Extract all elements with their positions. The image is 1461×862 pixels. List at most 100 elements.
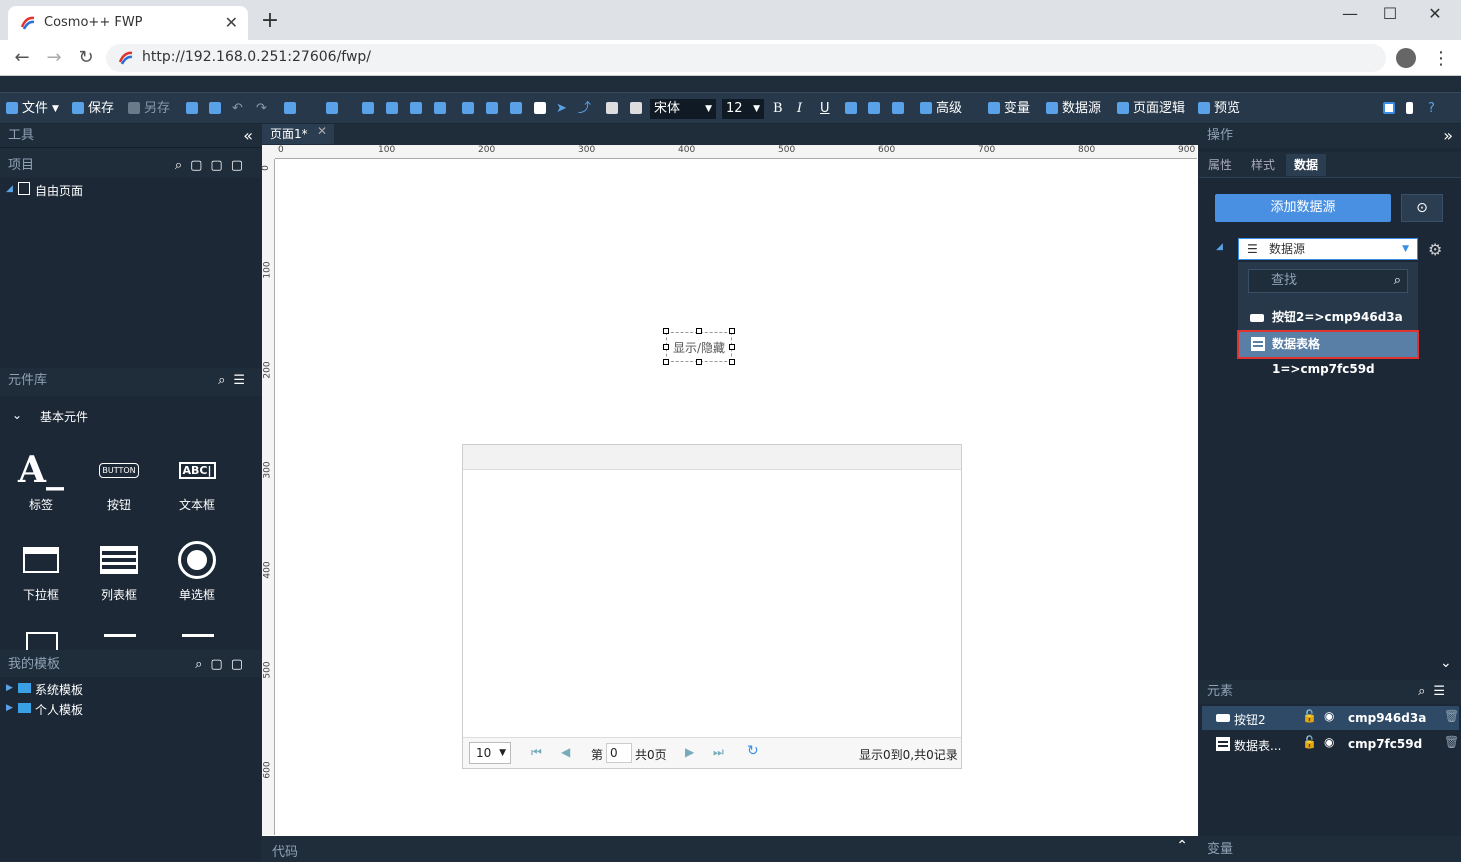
datasource-select[interactable]: ☰ 数据源 ▼ [1238, 238, 1418, 260]
send-back-icon[interactable] [386, 102, 398, 114]
checkbox-icon[interactable] [26, 632, 58, 650]
component-textbox[interactable]: ABC| 文本框 [162, 450, 232, 513]
library-actions-icons[interactable]: ⌕☰ [218, 369, 253, 393]
datasource-button[interactable]: 数据源 [1062, 100, 1101, 118]
variables-header[interactable]: 变量 [1199, 838, 1461, 861]
project-root-item[interactable]: 自由页面 [35, 182, 83, 199]
undo-icon[interactable]: ↶ [232, 100, 243, 118]
copy-icon[interactable] [186, 102, 198, 114]
collapse-left-icon[interactable]: « [243, 124, 253, 148]
component-button[interactable]: BUTTON 按钮 [84, 450, 154, 513]
trash-icon[interactable]: 🗑 [1444, 735, 1459, 749]
align-right-icon[interactable] [892, 102, 904, 114]
datasource-item-grid[interactable]: 数据表格1=>cmp7fc59d [1237, 330, 1419, 376]
distribute-icon[interactable] [326, 102, 338, 114]
resize-handle[interactable] [729, 328, 735, 334]
browser-tab[interactable]: Cosmo++ FWP ✕ [8, 6, 248, 40]
component-listbox[interactable]: 列表框 [84, 540, 154, 603]
search-icon[interactable]: ⌕ [1394, 270, 1401, 292]
url-field[interactable]: http://192.168.0.251:27606/fwp/ [106, 44, 1386, 72]
desktop-view-icon[interactable] [1383, 102, 1395, 114]
datasource-options-icon[interactable]: ⊙ [1401, 194, 1443, 222]
unlock-icon[interactable]: 🔓 [1302, 709, 1317, 723]
page-size-select[interactable]: 10 ▼ [469, 742, 511, 764]
page-logic-button[interactable]: 页面逻辑 [1133, 100, 1185, 118]
profile-icon[interactable] [1396, 48, 1416, 68]
help-icon[interactable]: ? [1428, 100, 1435, 118]
bold-icon[interactable]: B [773, 100, 783, 118]
preview-button[interactable]: 预览 [1214, 100, 1240, 118]
align-icon[interactable] [284, 102, 296, 114]
expand-icon[interactable]: ▶ [6, 683, 13, 693]
component-dropdown[interactable]: 下拉框 [6, 540, 76, 603]
align-center-icon[interactable] [868, 102, 880, 114]
new-tab-button[interactable]: + [258, 8, 282, 33]
maximize-button[interactable]: ☐ [1370, 4, 1410, 26]
underline-icon[interactable]: U [820, 100, 830, 118]
advanced-menu[interactable]: 高级 [936, 100, 962, 118]
page-number-input[interactable]: 0 [606, 743, 632, 763]
mobile-view-icon[interactable] [1406, 102, 1413, 114]
element-row-selected[interactable]: 按钮2 🔓 ◉ cmp946d3a 🗑 [1202, 706, 1459, 730]
paste-icon[interactable] [209, 102, 221, 114]
expand-icon[interactable]: ◢ [1216, 242, 1223, 252]
resize-handle[interactable] [729, 359, 735, 365]
variable-button[interactable]: 变量 [1004, 100, 1030, 118]
datasource-search-input[interactable]: 查找 ⌕ [1248, 269, 1408, 293]
bring-front-icon[interactable] [362, 102, 374, 114]
elements-actions-icons[interactable]: ⌕☰ [1418, 680, 1453, 704]
file-menu[interactable]: 文件 [22, 100, 48, 118]
basic-group-title[interactable]: 基本元件 [40, 408, 88, 425]
next-page-icon[interactable]: ▶ [685, 745, 694, 759]
resize-handle[interactable] [663, 344, 669, 350]
add-datasource-button[interactable]: 添加数据源 [1215, 194, 1391, 222]
align-left-icon[interactable] [845, 102, 857, 114]
trash-icon[interactable]: 🗑 [1444, 709, 1459, 723]
resize-handle[interactable] [663, 328, 669, 334]
resize-handle[interactable] [663, 359, 669, 365]
save-as-button[interactable]: 另存 [144, 100, 170, 118]
font-size-select[interactable]: 12 ▼ [722, 99, 764, 119]
expand-icon[interactable]: ▶ [6, 703, 13, 713]
font-family-select[interactable]: 宋体 ▼ [650, 99, 716, 119]
close-doc-icon[interactable]: ✕ [317, 121, 327, 141]
group-icon[interactable] [510, 102, 522, 114]
eye-icon[interactable]: ◉ [1324, 709, 1334, 723]
data-grid-widget[interactable]: 10 ▼ ⏮ ◀ 第 0 共0页 ▶ ⏭ ↻ 显示0到0,共0记录 [462, 444, 962, 769]
browser-menu-icon[interactable]: ⋮ [1432, 48, 1450, 69]
date-icon[interactable] [182, 634, 214, 650]
collapse-right-icon[interactable]: » [1443, 124, 1453, 148]
expand-up-icon[interactable]: ⌃ [1176, 838, 1188, 854]
code-panel-header[interactable]: 代码 ⌃ [262, 836, 1198, 861]
collapse-down-icon[interactable]: ⌄ [1440, 655, 1452, 671]
refresh-icon[interactable]: ↻ [747, 743, 759, 759]
redo-icon[interactable]: ↷ [256, 100, 267, 118]
back-icon[interactable]: ← [10, 46, 34, 70]
tab-styles[interactable]: 样式 [1243, 154, 1283, 176]
template-personal[interactable]: 个人模板 [35, 701, 83, 718]
reload-icon[interactable]: ↻ [74, 46, 98, 70]
ungroup-icon[interactable] [534, 102, 546, 114]
doc-tab[interactable]: 页面1* ✕ [262, 124, 334, 144]
first-page-icon[interactable]: ⏮ [531, 745, 542, 760]
unlock-icon[interactable]: 🔓 [1302, 735, 1317, 749]
line-color-icon[interactable] [630, 102, 642, 114]
fill-color-icon[interactable] [606, 102, 618, 114]
eye-icon[interactable]: ◉ [1324, 735, 1334, 749]
datasource-item-button[interactable]: 按钮2=>cmp946d3a [1240, 306, 1416, 328]
prev-page-icon[interactable]: ◀ [561, 745, 570, 759]
tab-properties[interactable]: 属性 [1201, 154, 1239, 176]
template-actions-icons[interactable]: ⌕▢▢ [195, 653, 251, 677]
close-tab-icon[interactable]: ✕ [225, 13, 238, 32]
minimize-button[interactable]: — [1330, 4, 1370, 26]
gear-icon[interactable]: ⚙ [1428, 240, 1442, 259]
component-label[interactable]: A_ 标签 [6, 449, 76, 513]
lock-icon[interactable] [462, 102, 474, 114]
tab-data[interactable]: 数据 [1286, 154, 1326, 176]
unlock-icon[interactable] [486, 102, 498, 114]
toggle-widget[interactable]: 显示/隐藏 [666, 332, 732, 362]
pointer-icon[interactable]: ➤ [556, 100, 567, 118]
layer-down-icon[interactable] [434, 102, 446, 114]
forward-icon[interactable]: → [42, 46, 66, 70]
resize-handle[interactable] [696, 328, 702, 334]
